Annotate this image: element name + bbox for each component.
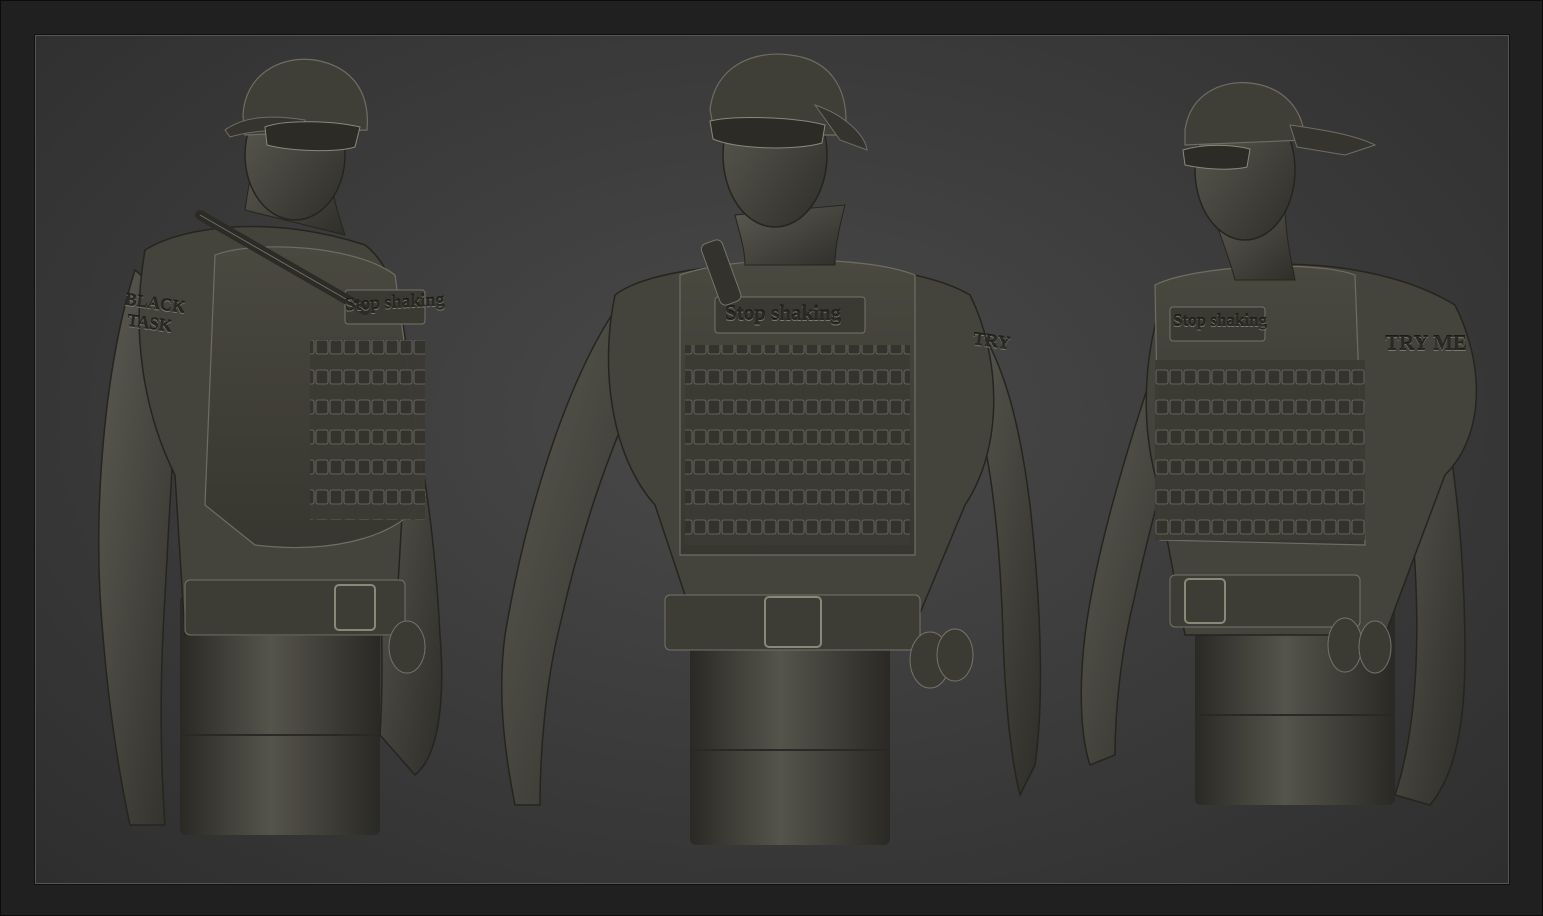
image-frame: Stop shaking BLACK TASK Stop shaking TRY… <box>0 0 1543 916</box>
figure-right <box>1080 82 1478 806</box>
sculpt-render <box>98 53 1478 845</box>
pedestal-center <box>690 635 890 845</box>
render-viewport: Stop shaking BLACK TASK Stop shaking TRY… <box>35 35 1509 884</box>
figure-left <box>98 58 443 835</box>
figure-center <box>500 53 1042 845</box>
